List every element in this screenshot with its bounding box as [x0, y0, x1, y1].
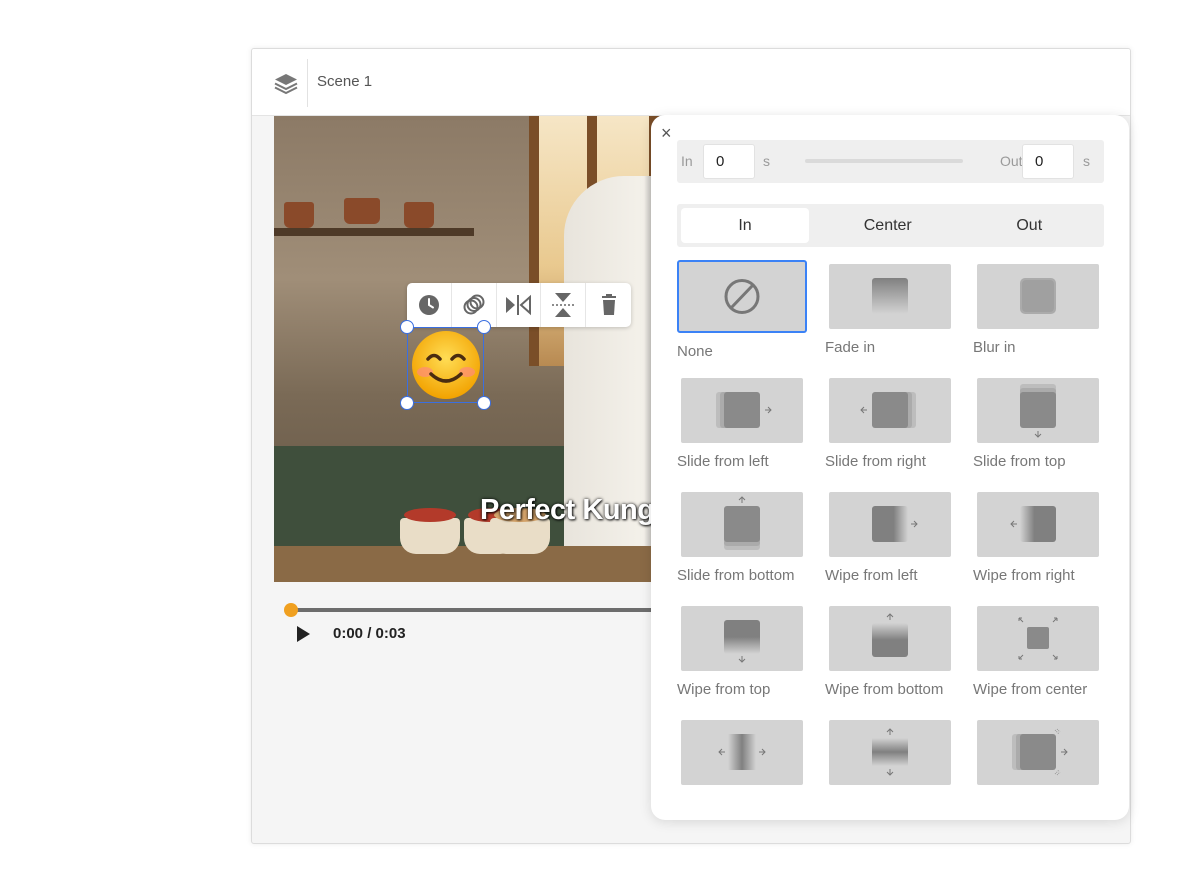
tab-in[interactable]: In	[681, 208, 809, 243]
effect-thumbnail	[681, 492, 803, 557]
effect-label: Wipe from right	[973, 567, 1075, 584]
effect-label: None	[677, 343, 713, 360]
effect-slide-from-left[interactable]: Slide from left	[677, 374, 807, 470]
out-duration-input[interactable]	[1022, 144, 1074, 179]
effect-label: Fade in	[825, 339, 876, 356]
effect-zoom-slide[interactable]	[973, 716, 1103, 795]
copper-pot	[404, 202, 434, 228]
close-icon[interactable]: ×	[661, 124, 672, 142]
effect-label: Slide from left	[677, 453, 769, 470]
scene-title: Scene 1	[317, 73, 373, 90]
effect-thumbnail	[977, 606, 1099, 671]
effect-thumbnail	[829, 378, 951, 443]
copper-pot	[344, 198, 380, 224]
effect-thumbnail	[977, 492, 1099, 557]
effect-thumbnail	[977, 264, 1099, 329]
header-divider	[307, 59, 308, 107]
trash-icon[interactable]	[586, 283, 631, 327]
resize-handle-top-right[interactable]	[477, 320, 491, 334]
effect-thumbnail	[829, 264, 951, 329]
playback-scrubber[interactable]	[284, 603, 298, 617]
animation-panel: × In s Out s In Center Out None Fade in	[651, 115, 1129, 820]
in-duration-input[interactable]	[703, 144, 755, 179]
effect-fade-in[interactable]: Fade in	[825, 260, 955, 356]
resize-handle-top-left[interactable]	[400, 320, 414, 334]
animation-icon[interactable]	[452, 283, 497, 327]
scene-header: Scene 1	[252, 49, 1130, 116]
effect-label: Wipe from center	[973, 681, 1088, 698]
effect-thumbnail	[677, 260, 807, 333]
effect-wipe-from-bottom[interactable]: Wipe from bottom	[825, 602, 955, 698]
effect-thumbnail	[829, 720, 951, 785]
effect-label: Slide from bottom	[677, 567, 795, 584]
effect-label: Wipe from left	[825, 567, 918, 584]
effect-slide-from-bottom[interactable]: Slide from bottom	[677, 488, 807, 584]
effect-thumbnail	[681, 606, 803, 671]
effect-thumbnail	[681, 378, 803, 443]
out-label: Out	[1000, 153, 1023, 169]
effect-thumbnail	[977, 720, 1099, 785]
effect-thumbnail	[681, 720, 803, 785]
effect-label: Blur in	[973, 339, 1016, 356]
effect-slide-from-top[interactable]: Slide from top	[973, 374, 1103, 470]
timing-controls: In s Out s	[677, 140, 1104, 183]
play-icon[interactable]	[292, 623, 314, 645]
effect-wipe-from-top[interactable]: Wipe from top	[677, 602, 807, 698]
tab-out[interactable]: Out	[959, 208, 1101, 243]
flip-horizontal-icon[interactable]	[497, 283, 542, 327]
resize-handle-bottom-left[interactable]	[400, 396, 414, 410]
element-toolbar	[407, 283, 631, 327]
in-label: In	[681, 153, 693, 169]
video-preview[interactable]: Perfect Kung	[274, 116, 694, 582]
effect-label: Slide from right	[825, 453, 926, 470]
video-caption[interactable]: Perfect Kung	[480, 494, 655, 527]
copper-pot	[284, 202, 314, 228]
effect-label: Wipe from top	[677, 681, 771, 698]
smiling-face-icon	[412, 331, 480, 399]
effect-wipe-horizontal[interactable]	[677, 716, 807, 795]
effect-thumbnail	[829, 606, 951, 671]
effect-wipe-from-center[interactable]: Wipe from center	[973, 602, 1103, 698]
out-unit-label: s	[1083, 153, 1090, 169]
chili-bowl	[400, 508, 460, 554]
playback-progress-bar[interactable]	[290, 608, 710, 612]
resize-handle-bottom-right[interactable]	[477, 396, 491, 410]
effect-label: Wipe from bottom	[825, 681, 944, 698]
selected-emoji-element[interactable]	[400, 320, 491, 410]
clock-icon[interactable]	[407, 283, 452, 327]
effect-thumbnail	[977, 378, 1099, 443]
effect-wipe-from-left[interactable]: Wipe from left	[825, 488, 955, 584]
flip-vertical-icon[interactable]	[541, 283, 587, 327]
effect-wipe-vertical[interactable]	[825, 716, 955, 795]
tab-center[interactable]: Center	[817, 208, 959, 243]
kitchen-shelf	[274, 228, 474, 236]
animation-phase-tabs: In Center Out	[677, 204, 1104, 247]
effect-slide-from-right[interactable]: Slide from right	[825, 374, 955, 470]
effect-wipe-from-right[interactable]: Wipe from right	[973, 488, 1103, 584]
effect-label: Slide from top	[973, 453, 1066, 470]
effect-none[interactable]: None	[677, 260, 807, 360]
in-unit-label: s	[763, 153, 770, 169]
duration-slider[interactable]	[805, 159, 963, 163]
effect-thumbnail	[829, 492, 951, 557]
playback-time: 0:00 / 0:03	[333, 625, 406, 642]
effect-blur-in[interactable]: Blur in	[973, 260, 1103, 356]
layers-icon[interactable]	[270, 69, 302, 97]
